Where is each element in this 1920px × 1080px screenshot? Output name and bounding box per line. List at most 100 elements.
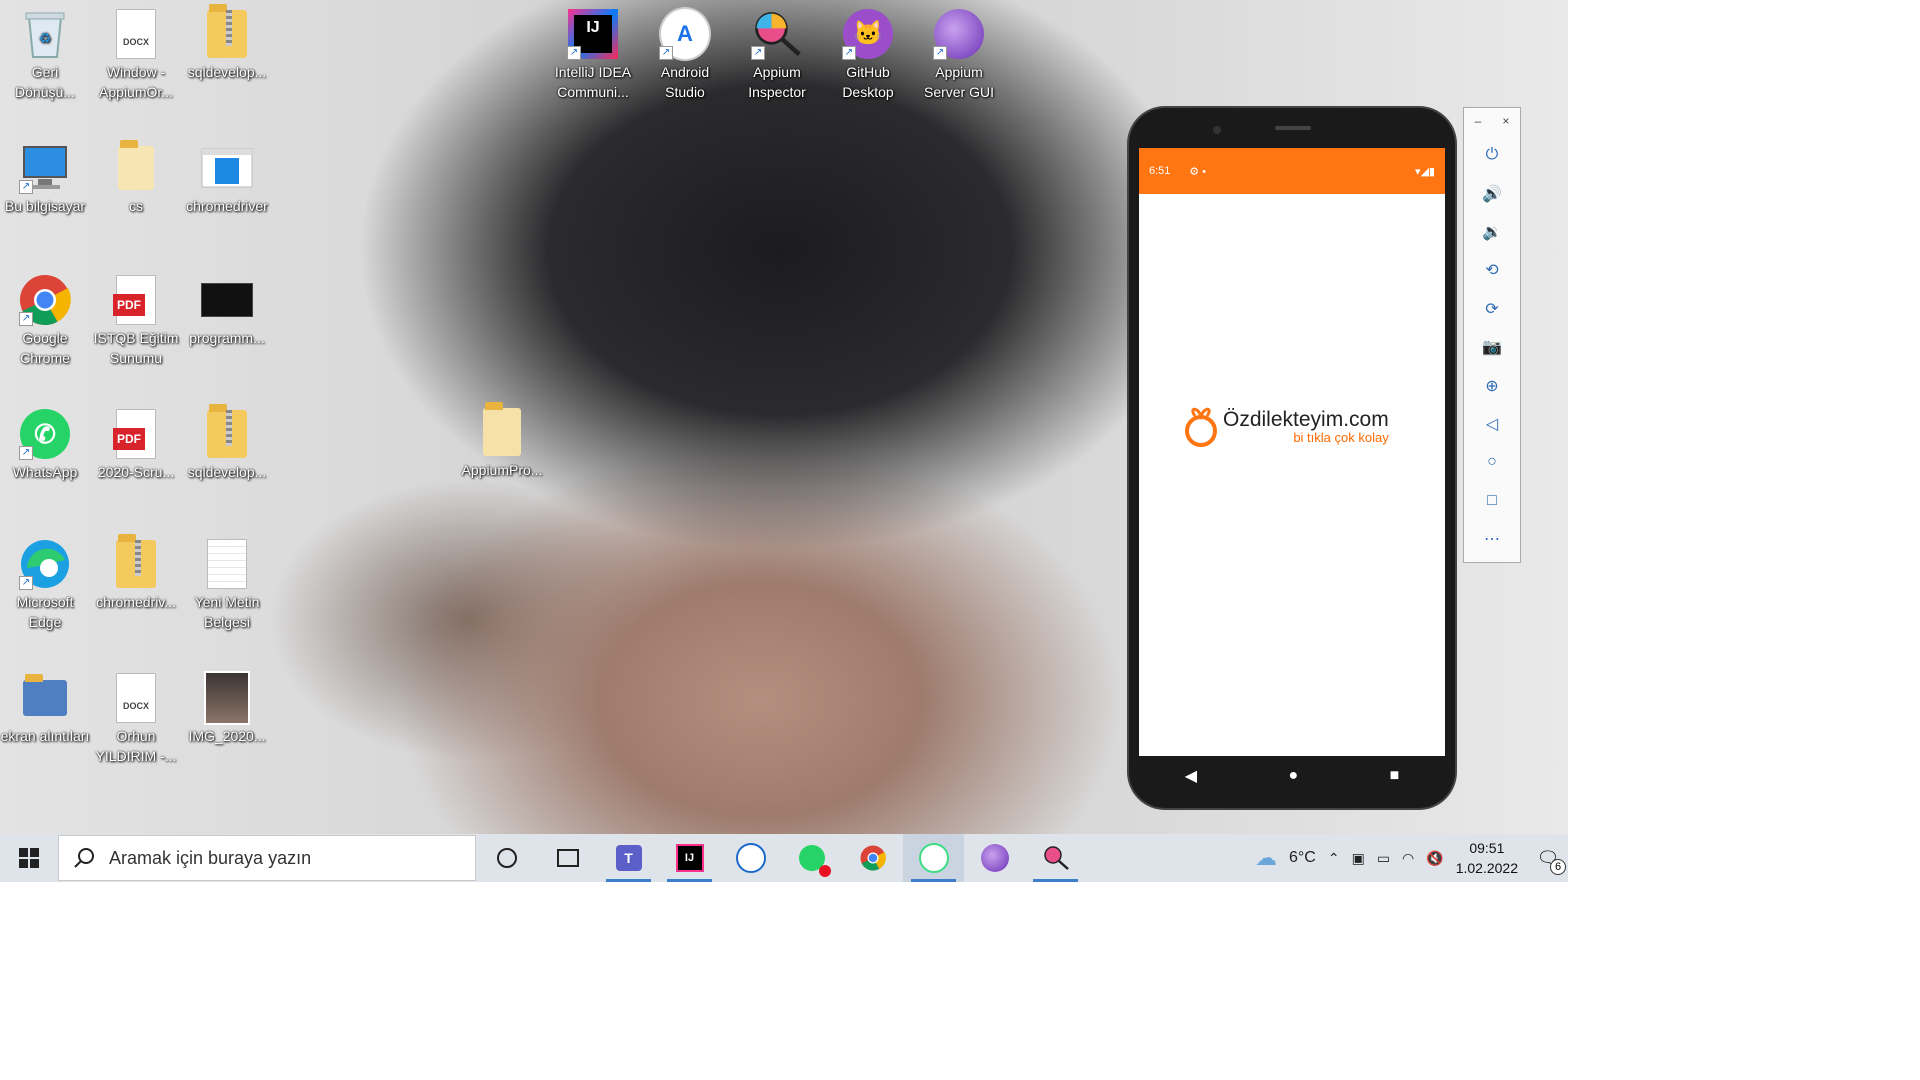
home-icon[interactable]: ● [1288,767,1298,785]
start-button[interactable] [0,834,58,882]
desktop-icon-ekran-alintilari[interactable]: ekran alıntıları [0,666,90,746]
overview-icon[interactable]: ■ [1390,767,1400,785]
pdf-file-icon: PDF [110,274,162,326]
phone-screen[interactable]: 6:51 ⚙ • ▾◢▮ Özdilekteyim.com bi tıkla ç… [1139,148,1445,756]
desktop-icon-istqb-pdf[interactable]: PDF ISTQB Eğitim Sunumu [91,268,181,368]
settings-gear-icon: ⚙ • [1189,165,1207,178]
desktop-icon-chromedriver[interactable]: chromedriver [182,136,272,216]
shortcut-arrow-icon: ↗ [659,46,673,60]
shortcut-arrow-icon: ↗ [933,46,947,60]
overview-icon[interactable]: □ [1464,482,1520,520]
appium-icon[interactable] [964,834,1025,882]
desktop-icon-google-chrome[interactable]: ↗ Google Chrome [0,268,90,368]
speaker-muted-icon[interactable]: 🔇 [1426,850,1443,867]
search-icon [74,848,94,868]
notification-center-icon[interactable]: 🗨 6 [1528,848,1568,875]
volume-up-icon[interactable]: 🔊 [1464,174,1520,212]
chrome-icon[interactable] [842,834,903,882]
shortcut-arrow-icon: ↗ [842,46,856,60]
task-view-icon[interactable] [537,834,598,882]
desktop-icon-2020-scrum-pdf[interactable]: PDF 2020-Scru... [91,402,181,482]
taskbar: Aramak için buraya yazın T IJ ☁ 6°C ⌃ ▣ … [0,834,1568,882]
desktop-icon-yeni-metin-belgesi[interactable]: Yeni Metin Belgesi [182,532,272,632]
desktop-icon-programm[interactable]: programm... [182,268,272,348]
android-emulator-device: 6:51 ⚙ • ▾◢▮ Özdilekteyim.com bi tıkla ç… [1129,108,1455,808]
taskbar-clock[interactable]: 09:51 1.02.2022 [1456,838,1518,878]
battery-icon[interactable]: ▭ [1377,850,1390,867]
notepad-icon[interactable] [720,834,781,882]
camera-icon[interactable]: 📷 [1464,328,1520,366]
zip-folder-icon [201,4,253,60]
folder-icon [476,402,528,458]
folder-icon [19,672,71,724]
desktop-icon-sqldeveloper-folder[interactable]: sqldevelop... [182,2,272,82]
desktop-icon-chromedriver-zip[interactable]: chromedriv... [91,532,181,612]
cortana-icon[interactable] [476,834,537,882]
appium-inspector-icon[interactable] [1025,834,1086,882]
desktop-icon-appium-server-gui[interactable]: ↗ Appium Server GUI [914,2,1004,102]
brand-name: Özdilekteyim.com [1223,407,1389,431]
phone-status-time: 6:51 [1149,165,1171,177]
minimize-button[interactable]: – [1475,114,1482,136]
desktop-icon-orhun-docx[interactable]: DOCX Orhun YILDIRIM -... [91,666,181,766]
desktop-icon-cs[interactable]: cs [91,136,181,216]
recycle-bin-icon: ♻ [19,8,71,60]
back-icon[interactable]: ◁ [1464,405,1520,443]
camera-icon [1213,126,1221,134]
wifi-icon[interactable]: ◠ [1402,850,1414,867]
volume-down-icon[interactable]: 🔉 [1464,213,1520,251]
desktop-icon-microsoft-edge[interactable]: ↗ Microsoft Edge [0,532,90,632]
chrome-icon: ↗ [19,274,71,326]
shortcut-arrow-icon: ↗ [751,46,765,60]
desktop-icon-appium-inspector[interactable]: ↗ Appium Inspector [732,2,822,102]
clock-date: 1.02.2022 [1455,860,1518,876]
edge-icon: ↗ [19,538,71,590]
phone-nav-bar: ◀ ● ■ [1139,756,1445,796]
desktop-icon-appiumpro[interactable]: AppiumPro... [457,400,547,480]
desktop-icon-intellij[interactable]: IJ ↗ IntelliJ IDEA Communi... [548,2,638,102]
close-button[interactable]: × [1502,114,1509,136]
weather-cloud-icon[interactable]: ☁ [1255,845,1277,871]
android-studio-icon[interactable] [903,834,964,882]
docx-file-icon: DOCX [110,672,162,724]
whatsapp-icon[interactable] [781,834,842,882]
intellij-icon[interactable]: IJ [659,834,720,882]
rotate-left-icon[interactable]: ⟲ [1464,251,1520,289]
windows-icon [19,848,39,868]
desktop-icon-window-appium-docx[interactable]: DOCX Window -AppiumOr... [91,2,181,102]
image-file-icon [201,671,253,725]
desktop-icon-sqldeveloper-zip[interactable]: sqldevelop... [182,402,272,482]
svg-text:♻: ♻ [39,30,52,46]
weather-temperature[interactable]: 6°C [1289,849,1316,867]
zip-folder-icon [201,404,253,460]
home-icon[interactable]: ○ [1464,443,1520,481]
back-icon[interactable]: ◀ [1185,766,1197,786]
desktop-icon-img-2020[interactable]: IMG_2020... [182,666,272,746]
notification-count-badge: 6 [1550,858,1566,875]
desktop-icon-this-pc[interactable]: ↗ Bu bilgisayar [0,136,90,216]
taskbar-search-box[interactable]: Aramak için buraya yazın [58,835,476,881]
system-tray: ☁ 6°C ⌃ ▣ ▭ ◠ 🔇 09:51 1.02.2022 🗨 6 [1249,834,1568,882]
shortcut-arrow-icon: ↗ [19,180,33,194]
magnifier-icon: ↗ [751,8,803,60]
desktop-icon-whatsapp[interactable]: ✆ ↗ WhatsApp [0,402,90,482]
shortcut-arrow-icon: ↗ [19,312,33,326]
desktop-icon-recycle-bin[interactable]: ♻ Geri Dönüşü... [0,2,90,102]
desktop-icon-android-studio[interactable]: A ↗ Android Studio [640,2,730,102]
more-icon[interactable]: ⋯ [1464,520,1520,558]
rotate-right-icon[interactable]: ⟳ [1464,290,1520,328]
shortcut-arrow-icon: ↗ [19,446,33,460]
power-icon[interactable]: ⏻ [1464,136,1520,174]
desktop-icon-github-desktop[interactable]: 🐱 ↗ GitHub Desktop [823,2,913,102]
meet-now-icon[interactable]: ▣ [1352,850,1365,867]
pdf-file-icon: PDF [110,408,162,460]
application-icon [201,142,253,194]
phone-status-bar: 6:51 ⚙ • ▾◢▮ [1139,148,1445,194]
chevron-up-icon[interactable]: ⌃ [1328,850,1340,867]
folder-icon [110,140,162,194]
teams-icon[interactable]: T [598,834,659,882]
zoom-icon[interactable]: ⊕ [1464,366,1520,404]
github-icon: 🐱 ↗ [842,8,894,60]
speaker-grill [1275,126,1311,130]
search-placeholder: Aramak için buraya yazın [109,847,312,868]
